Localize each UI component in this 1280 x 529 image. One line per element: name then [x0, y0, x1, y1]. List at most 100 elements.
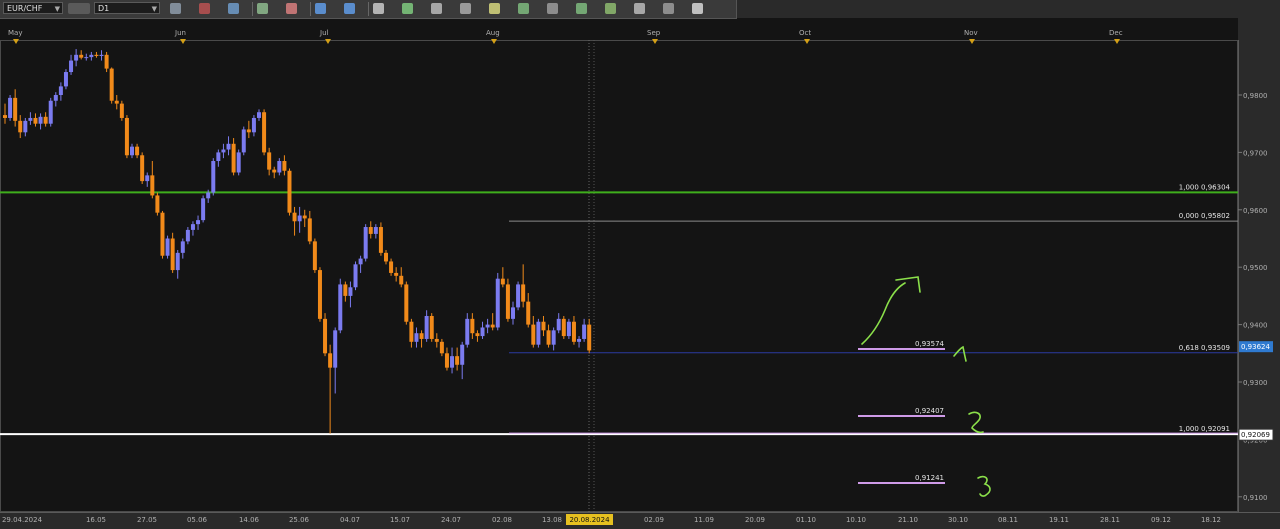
toolbar-separator: [252, 2, 253, 16]
candle-body: [368, 227, 373, 234]
candle-body: [460, 344, 465, 365]
timeframe-value: D1: [98, 4, 110, 13]
target-label: 0,92407: [915, 407, 944, 415]
candle-body: [531, 324, 536, 345]
candle-body: [206, 192, 211, 199]
candle-body: [63, 72, 68, 87]
date-highlight: 20.08.2024: [566, 514, 613, 525]
month-label: Dec: [1109, 29, 1123, 37]
date-tick-label: 09.12: [1151, 516, 1171, 524]
indicators-icon[interactable]: [228, 3, 239, 14]
candle-body: [241, 129, 246, 153]
chart-toolbar: EUR/CHF ▼ D1 ▼: [0, 0, 737, 19]
date-tick-label: 02.09: [644, 516, 664, 524]
candle-body: [450, 356, 455, 368]
zoom-in-icon[interactable]: [315, 3, 326, 14]
pitchfork-icon[interactable]: [605, 3, 616, 14]
candle-body: [338, 284, 343, 331]
fibonacci-icon[interactable]: [518, 3, 529, 14]
month-label: Jul: [319, 29, 329, 37]
candle-body: [323, 318, 328, 354]
candle-body: [541, 321, 546, 331]
candle-body: [333, 330, 338, 368]
channel-icon[interactable]: [547, 3, 558, 14]
candle-body: [104, 54, 109, 69]
date-tick-label: 16.05: [86, 516, 106, 524]
date-tick-label: 05.06: [187, 516, 208, 524]
trend-icon[interactable]: [576, 3, 587, 14]
candle-body: [561, 318, 566, 337]
candle-body: [302, 215, 307, 219]
candle-body: [185, 229, 190, 242]
pencil-icon[interactable]: [489, 3, 500, 14]
candles-icon[interactable]: [286, 3, 297, 14]
candle-body: [3, 115, 7, 118]
candle-body: [384, 252, 388, 262]
candle-body: [490, 324, 495, 328]
candle-body: [109, 68, 114, 101]
date-tick-label: 11.09: [694, 516, 714, 524]
candle-body: [58, 86, 63, 95]
candle-body: [226, 143, 231, 150]
candle-body: [546, 330, 551, 345]
date-tick-label: 08.11: [998, 516, 1018, 524]
candle-body: [160, 212, 165, 256]
circle-icon[interactable]: [634, 3, 645, 14]
candle-body: [130, 146, 134, 156]
toolbar-separator: [310, 2, 311, 16]
highlighted-date-label: 20.08.2024: [569, 516, 610, 524]
candle-body: [439, 341, 444, 354]
eraser-icon[interactable]: [692, 3, 703, 14]
candle-body: [145, 175, 150, 182]
candle-body: [348, 287, 353, 296]
candle-body: [267, 152, 272, 170]
candle-body: [8, 97, 13, 118]
arrow-icon[interactable]: [663, 3, 674, 14]
date-tick-label: 29.04.2024: [2, 516, 43, 524]
candle-body: [196, 220, 201, 225]
date-tick-label: 21.10: [898, 516, 918, 524]
candle-body: [84, 57, 89, 59]
date-tick-label: 15.07: [390, 516, 410, 524]
candle-body: [500, 278, 505, 285]
candle-body: [69, 60, 74, 73]
shapes-icon[interactable]: [460, 3, 471, 14]
date-tick-label: 20.09: [745, 516, 765, 524]
candle-body: [419, 333, 424, 339]
line-icon[interactable]: [402, 3, 413, 14]
price-tick-label: 0,9300: [1243, 379, 1268, 387]
target-label: 0,93574: [915, 340, 944, 348]
chart-background: [0, 18, 1238, 512]
month-label: Aug: [486, 29, 500, 37]
candle-body: [99, 54, 104, 56]
candle-body: [526, 301, 531, 325]
candle-body: [409, 321, 414, 342]
symbol-select[interactable]: EUR/CHF ▼: [3, 2, 63, 14]
timeframe-select[interactable]: D1 ▼: [94, 2, 160, 14]
price-tick-label: 0,9500: [1243, 264, 1268, 272]
fib-618-label: 0,618 0,93509: [1179, 344, 1230, 352]
candle-body: [429, 315, 434, 339]
link-icon[interactable]: [68, 3, 90, 14]
bars-icon[interactable]: [257, 3, 268, 14]
current-price-label: 0,93624: [1241, 343, 1270, 351]
candle-body: [135, 146, 140, 156]
candle-body: [378, 227, 383, 253]
candle-body: [343, 284, 348, 296]
candle-body: [13, 97, 18, 121]
zoom-out-icon[interactable]: [344, 3, 355, 14]
chevron-down-icon: ▼: [54, 5, 60, 13]
candle-body: [165, 238, 170, 256]
candle-body: [180, 241, 185, 253]
white-level-label: 1,000 0,92091: [1179, 425, 1230, 433]
cursor-icon[interactable]: [373, 3, 384, 14]
month-label: Jun: [174, 29, 186, 37]
candle-body: [373, 227, 378, 234]
date-tick-label: 13.08: [542, 516, 562, 524]
chart-type-icon[interactable]: [170, 3, 181, 14]
text-icon[interactable]: [431, 3, 442, 14]
crosshair-icon[interactable]: [199, 3, 210, 14]
green-level-label: 1,000 0,96304: [1179, 183, 1231, 191]
candle-body: [363, 227, 368, 259]
price-chart[interactable]: May Jun Jul Aug Sep Oct Nov Dec 29.04.2024 16.05…: [0, 0, 1280, 529]
